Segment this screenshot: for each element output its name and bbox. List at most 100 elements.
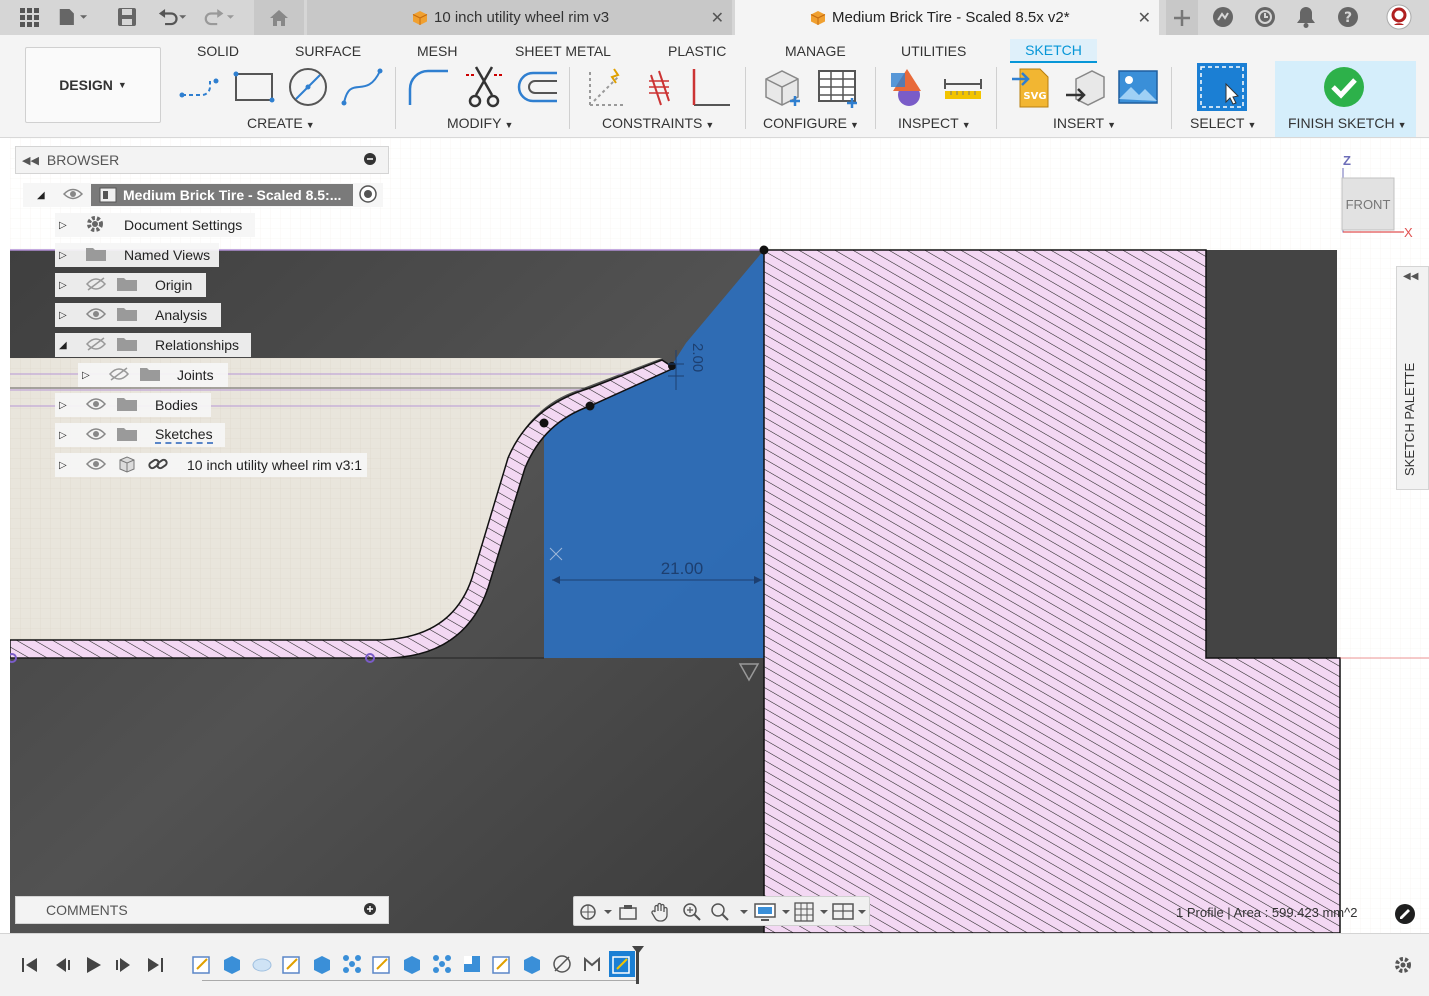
save-icon[interactable]: [112, 3, 142, 31]
tab-sketch[interactable]: SKETCH: [1010, 39, 1097, 63]
inspect-menu[interactable]: INSPECT ▼: [898, 115, 971, 131]
expand-triangle-icon[interactable]: ▷: [59, 310, 67, 321]
workspace-switcher-button[interactable]: DESIGN ▼: [25, 47, 161, 123]
root-component-label[interactable]: Medium Brick Tire - Scaled 8.5:...: [91, 184, 353, 206]
visibility-eye-icon[interactable]: [62, 187, 84, 203]
expand-palette-icon[interactable]: ◀◀: [1403, 271, 1418, 282]
expand-triangle-icon[interactable]: ▷: [59, 250, 67, 261]
timeline-box-icon[interactable]: [461, 953, 483, 975]
insert-image-icon[interactable]: [1116, 65, 1160, 109]
browser-item-origin[interactable]: ▷ Origin: [55, 273, 206, 297]
tab-mesh[interactable]: MESH: [407, 39, 467, 63]
pan-hand-icon[interactable]: [648, 901, 672, 923]
configure-table-icon[interactable]: [815, 65, 859, 109]
collapse-triangle-icon[interactable]: ◢: [59, 340, 67, 351]
visibility-eye-icon[interactable]: [85, 307, 107, 324]
visibility-eye-icon[interactable]: [85, 457, 107, 474]
browser-item-joints[interactable]: ▷ Joints: [78, 363, 228, 387]
expand-triangle-icon[interactable]: ▷: [59, 400, 67, 411]
go-to-end-icon[interactable]: [144, 954, 166, 976]
timeline-extrude-icon[interactable]: [311, 953, 333, 975]
collapse-panel-icon[interactable]: ◀◀: [22, 154, 39, 167]
visibility-hidden-icon[interactable]: [108, 366, 130, 384]
browser-item-relationships[interactable]: ◢ Relationships: [55, 333, 251, 357]
configure-menu[interactable]: CONFIGURE ▼: [763, 115, 859, 131]
tab-surface[interactable]: SURFACE: [285, 39, 371, 63]
tab-solid[interactable]: SOLID: [187, 39, 249, 63]
visibility-eye-icon[interactable]: [85, 427, 107, 444]
expand-triangle-icon[interactable]: ▷: [82, 370, 90, 381]
play-icon[interactable]: [82, 954, 104, 976]
viewports-icon[interactable]: [832, 901, 866, 923]
timeline-pattern-icon[interactable]: [431, 953, 453, 975]
timeline-revolve-icon[interactable]: [251, 953, 273, 975]
select-menu[interactable]: SELECT ▼: [1190, 115, 1256, 131]
timeline-pattern-icon[interactable]: [341, 953, 363, 975]
constraint-coincident-icon[interactable]: [584, 65, 628, 109]
dimension-2[interactable]: 2.00: [689, 343, 706, 372]
step-back-icon[interactable]: [51, 954, 73, 976]
browser-item-document-settings[interactable]: ▷ Document Settings: [55, 213, 255, 237]
apps-grid-icon[interactable]: [14, 3, 44, 31]
expand-triangle-icon[interactable]: ▷: [59, 430, 67, 441]
collapse-triangle-icon[interactable]: ◢: [37, 190, 45, 201]
constraint-parallel-icon[interactable]: [637, 65, 681, 109]
browser-root-row[interactable]: ◢ Medium Brick Tire - Scaled 8.5:...: [23, 183, 383, 207]
display-settings-icon[interactable]: [754, 901, 790, 923]
timeline-insert-icon[interactable]: [551, 953, 573, 975]
redo-icon[interactable]: [204, 3, 234, 31]
constraints-menu[interactable]: CONSTRAINTS ▼: [602, 115, 714, 131]
comments-panel[interactable]: COMMENTS: [15, 896, 389, 924]
fillet-tool-icon[interactable]: [406, 65, 450, 109]
insert-svg-icon[interactable]: SVG: [1010, 65, 1054, 109]
configure-cube-icon[interactable]: [760, 65, 804, 109]
visibility-eye-icon[interactable]: [85, 397, 107, 414]
tab-sheet-metal[interactable]: SHEET METAL: [505, 39, 621, 63]
new-tab-icon[interactable]: [1166, 0, 1198, 35]
extensions-icon[interactable]: [1208, 3, 1238, 31]
circle-tool-icon[interactable]: [286, 65, 330, 109]
zoom-window-icon[interactable]: [710, 901, 748, 923]
dimension-21[interactable]: 21.00: [661, 559, 704, 578]
expand-triangle-icon[interactable]: ▷: [59, 220, 67, 231]
notifications-bell-icon[interactable]: [1291, 3, 1321, 31]
look-at-icon[interactable]: [616, 901, 640, 923]
timeline-extrude-icon[interactable]: [221, 953, 243, 975]
close-tab-icon[interactable]: ✕: [711, 8, 724, 28]
activate-radio-icon[interactable]: [359, 184, 377, 206]
avatar[interactable]: [1384, 3, 1414, 31]
browser-item-analysis[interactable]: ▷ Analysis: [55, 303, 221, 327]
create-menu[interactable]: CREATE ▼: [247, 115, 315, 131]
job-status-icon[interactable]: [1250, 3, 1280, 31]
timeline-sketch-icon[interactable]: [281, 953, 303, 975]
insert-menu[interactable]: INSERT ▼: [1053, 115, 1116, 131]
help-icon[interactable]: ?: [1333, 3, 1363, 31]
trim-scissors-icon[interactable]: [462, 65, 506, 109]
timeline-settings-gear-icon[interactable]: [1392, 954, 1414, 976]
close-tab-icon[interactable]: ✕: [1138, 8, 1151, 28]
step-forward-icon[interactable]: [113, 954, 135, 976]
measure-icon[interactable]: [941, 65, 985, 109]
tab-manage[interactable]: MANAGE: [775, 39, 856, 63]
file-menu-icon[interactable]: [58, 3, 88, 31]
sketch-geometry[interactable]: 21.00 2.00: [10, 138, 1429, 933]
zoom-icon[interactable]: [680, 901, 704, 923]
rectangle-tool-icon[interactable]: [232, 65, 276, 109]
browser-item-bodies[interactable]: ▷ Bodies: [55, 393, 211, 417]
tab-brick-tire[interactable]: Medium Brick Tire - Scaled 8.5x v2* ✕: [735, 0, 1159, 35]
add-comment-icon[interactable]: [364, 902, 376, 918]
inspect-shapes-icon[interactable]: [887, 65, 931, 109]
spline-tool-icon[interactable]: [340, 65, 384, 109]
timeline-sketch-icon[interactable]: [371, 953, 393, 975]
browser-item-sketches[interactable]: ▷ Sketches: [55, 423, 225, 447]
tab-wheel-rim[interactable]: 10 inch utility wheel rim v3 ✕: [307, 0, 732, 35]
select-tool-icon[interactable]: [1196, 62, 1248, 112]
constraint-perpendicular-icon[interactable]: [690, 65, 734, 109]
insert-mesh-icon[interactable]: [1064, 65, 1108, 109]
timeline-extrude-icon[interactable]: [521, 953, 543, 975]
go-to-start-icon[interactable]: [19, 954, 41, 976]
home-icon[interactable]: [254, 0, 304, 35]
tab-utilities[interactable]: UTILITIES: [891, 39, 976, 63]
finish-check-icon[interactable]: [1322, 65, 1366, 109]
modify-menu[interactable]: MODIFY ▼: [447, 115, 513, 131]
